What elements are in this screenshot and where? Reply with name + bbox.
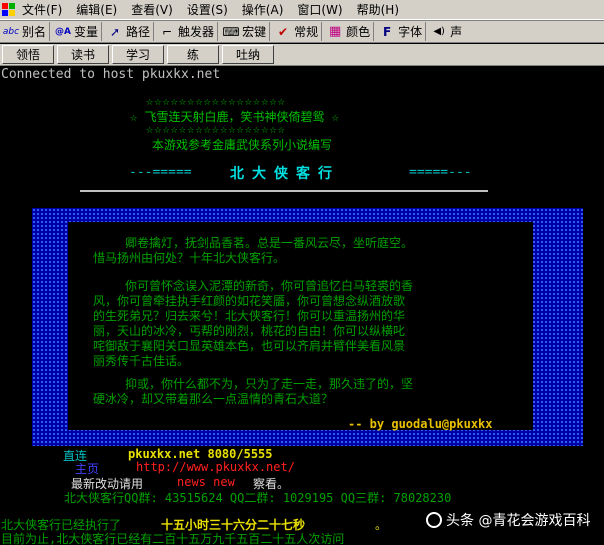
font-label: 字体 (398, 25, 423, 39)
title-dash-right: =====--- (409, 165, 472, 180)
intro-line: 丽秀传千古佳话。 (93, 354, 190, 368)
visit-count: 目前为止,北大侠客行已经有二百十五万九千五百二十五人次访问 (1, 532, 345, 545)
alias-button[interactable]: abc 别名 (0, 22, 51, 41)
intro-line: 丽，天山的冰冷，丐帮的刚烈，桃花的自由！你可以纵横叱 (93, 324, 406, 338)
menu-window[interactable]: 窗口(W) (293, 1, 346, 18)
macro-key-icon: ⌨ (222, 24, 240, 39)
cmd-comprehend-button[interactable]: 领悟 (2, 45, 54, 64)
intro-line: 硬冰冷，却又带着那么一点温情的青石大道？ (93, 392, 334, 406)
path-label: 路径 (126, 25, 151, 39)
path-button[interactable]: ➚ 路径 (104, 22, 155, 41)
abc-icon: abc (2, 26, 20, 37)
cmd-breathe-button[interactable]: 吐纳 (222, 45, 274, 64)
star-border-bottom: ☆☆☆☆☆☆☆☆☆☆☆☆☆☆☆☆☆ (146, 122, 286, 136)
intro-line: 惜马扬州由何处？十年北大侠客行。 (93, 251, 286, 265)
menu-action[interactable]: 操作(A) (238, 1, 288, 18)
cmd-learn-button[interactable]: 学习 (112, 45, 164, 64)
macro-key-label: 宏键 (242, 25, 267, 39)
cmd-read-button[interactable]: 读书 (57, 45, 109, 64)
cmd-practice-button[interactable]: 练 (167, 45, 219, 64)
menu-view[interactable]: 查看(V) (127, 1, 177, 18)
font-icon: F (383, 24, 392, 39)
intro-line: 风，你可曾牵挂执手红颜的如花笑靥，你可曾想念纵酒放歌 (93, 294, 406, 308)
uptime-suffix: 。 (375, 518, 388, 532)
game-reference-note: 本游戏参考金庸武侠系列小说编写 (152, 138, 333, 152)
watermark-text: 头条 @青花会游戏百科 (446, 513, 591, 529)
trigger-icon: ⌐ (162, 24, 173, 39)
trigger-button[interactable]: ⌐ 触发器 (156, 22, 219, 41)
sound-icon: ◀) (433, 26, 445, 37)
intro-line: 的生死弟兄？归去来兮！北大侠客行！你可以重温扬州的华 (93, 309, 406, 323)
sound-label: 声 (450, 25, 463, 39)
color-icon: ▦ (328, 24, 342, 39)
intro-line: 抑或，你什么都不为，只为了走一走，那久违了的，坚 (125, 377, 414, 391)
title-divider (80, 190, 488, 192)
app-icon[interactable] (2, 2, 16, 17)
menu-settings[interactable]: 设置(S) (183, 1, 232, 18)
trigger-label: 触发器 (178, 25, 215, 39)
menu-edit[interactable]: 编辑(E) (72, 1, 121, 18)
game-title: 北大侠客行 (230, 166, 340, 182)
watermark: 头条 @青花会游戏百科 (426, 510, 590, 530)
intro-line: 你可曾怀念误入泥潭的新奇，你可曾追忆白马轻裘的香 (125, 279, 414, 293)
author-signature: -- by guodalu@pkuxkx (348, 417, 493, 431)
alias-label: 别名 (22, 25, 47, 39)
direct-connect-host: pkuxkx.net 8080/5555 (128, 447, 273, 461)
general-button[interactable]: ✔ 常规 (272, 22, 323, 41)
qq-groups: 北大侠客行QQ群: 43515624 QQ二群: 1029195 QQ三群: 7… (64, 491, 452, 505)
path-icon: ➚ (110, 24, 121, 39)
news-command: news new (177, 475, 235, 489)
color-label: 颜色 (346, 25, 371, 39)
toolbar: abc 别名 @A 变量 ➚ 路径 ⌐ 触发器 ⌨ 宏键 ✔ 常规 ▦ 颜色 F… (0, 20, 604, 43)
variable-label: 变量 (74, 25, 99, 39)
macro-key-button[interactable]: ⌨ 宏键 (220, 22, 271, 41)
star-border-top: ☆☆☆☆☆☆☆☆☆☆☆☆☆☆☆☆☆ (146, 94, 286, 108)
menu-bar: 文件(F) 编辑(E) 查看(V) 设置(S) 操作(A) 窗口(W) 帮助(H… (0, 0, 604, 20)
homepage-url[interactable]: http://www.pkuxkx.net/ (136, 460, 295, 474)
variable-icon: @A (55, 26, 71, 37)
title-dash-left: ---===== (129, 165, 192, 180)
intro-line: 咤御敌于襄阳关口显英雄本色，也可以齐肩并臂伴美看风景 (93, 339, 406, 353)
connection-status: Connected to host pkuxkx.net (1, 67, 221, 82)
menu-help[interactable]: 帮助(H) (353, 1, 403, 18)
font-button[interactable]: F 字体 (376, 22, 427, 41)
sound-button[interactable]: ◀) 声 (428, 22, 465, 41)
terminal-output[interactable]: Connected to host pkuxkx.net ☆☆☆☆☆☆☆☆☆☆☆… (0, 66, 604, 545)
variable-button[interactable]: @A 变量 (52, 22, 103, 41)
color-button[interactable]: ▦ 颜色 (324, 22, 375, 41)
intro-line: 卿卷擒灯，抚剑品香茗。总是一番风云尽，坐听庭空。 (125, 236, 414, 250)
command-bar: 领悟 读书 学习 练 吐纳 (0, 44, 604, 66)
check-icon: ✔ (278, 24, 289, 39)
menu-file[interactable]: 文件(F) (18, 1, 66, 18)
general-label: 常规 (294, 25, 319, 39)
camera-icon (426, 512, 442, 528)
